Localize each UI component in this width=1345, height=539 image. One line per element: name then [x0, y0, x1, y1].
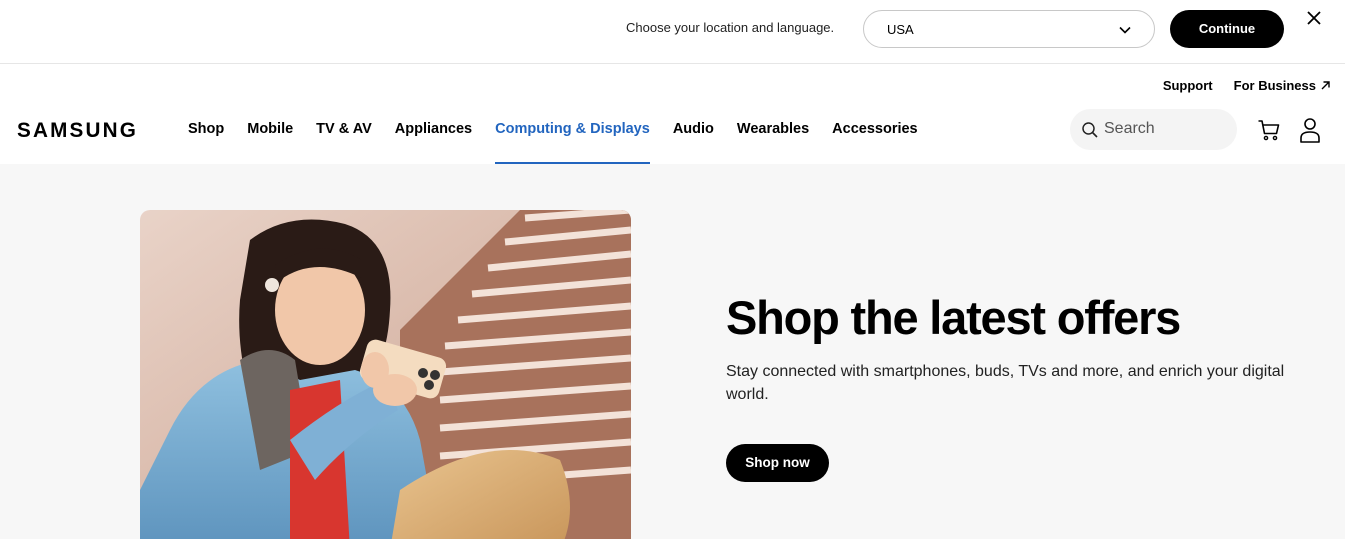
- continue-button[interactable]: Continue: [1170, 10, 1284, 48]
- nav-item-audio[interactable]: Audio: [673, 121, 714, 165]
- hero-description: Stay connected with smartphones, buds, T…: [726, 363, 1285, 403]
- hero-image[interactable]: [140, 210, 631, 539]
- external-arrow-icon: [1321, 81, 1330, 90]
- shop-now-button[interactable]: Shop now: [726, 444, 829, 482]
- nav-item-wearables[interactable]: Wearables: [737, 121, 809, 165]
- nav-item-shop[interactable]: Shop: [188, 121, 224, 165]
- close-icon[interactable]: [1305, 9, 1323, 27]
- location-bar: Choose your location and language. USA C…: [0, 0, 1345, 64]
- support-link-label: Support: [1162, 78, 1213, 93]
- svg-text:SAMSUNG: SAMSUNG: [17, 119, 138, 140]
- nav-item-appliances[interactable]: Appliances: [395, 121, 472, 165]
- country-select[interactable]: USA: [863, 10, 1155, 48]
- search-icon: [1082, 122, 1098, 138]
- for-business-link[interactable]: For Business: [1234, 78, 1331, 93]
- nav-item-computing-displays[interactable]: Computing & Displays: [495, 121, 650, 165]
- search-box[interactable]: [1070, 109, 1237, 150]
- woman-with-phone-image: [140, 210, 631, 539]
- nav-item-accessories[interactable]: Accessories: [832, 121, 917, 165]
- cart-icon[interactable]: [1257, 118, 1281, 142]
- main-nav: Shop Mobile TV & AV Appliances Computing…: [188, 121, 941, 165]
- user-icon[interactable]: [1299, 117, 1321, 143]
- search-input[interactable]: [1104, 117, 1224, 141]
- country-select-value: USA: [887, 22, 914, 37]
- support-link[interactable]: Support: [1163, 78, 1213, 93]
- utility-links: Support For Business: [1163, 78, 1331, 93]
- nav-item-mobile[interactable]: Mobile: [247, 121, 293, 165]
- for-business-link-label: For Business: [1233, 78, 1316, 93]
- hero-banner: Shop the latest offers Stay connected wi…: [0, 164, 1345, 539]
- samsung-logo[interactable]: SAMSUNG: [17, 118, 139, 140]
- hero-title: Shop the latest offers: [726, 291, 1181, 344]
- location-prompt: Choose your location and language.: [626, 20, 835, 35]
- chevron-down-icon: [1119, 26, 1131, 34]
- nav-item-tv-av[interactable]: TV & AV: [316, 121, 372, 165]
